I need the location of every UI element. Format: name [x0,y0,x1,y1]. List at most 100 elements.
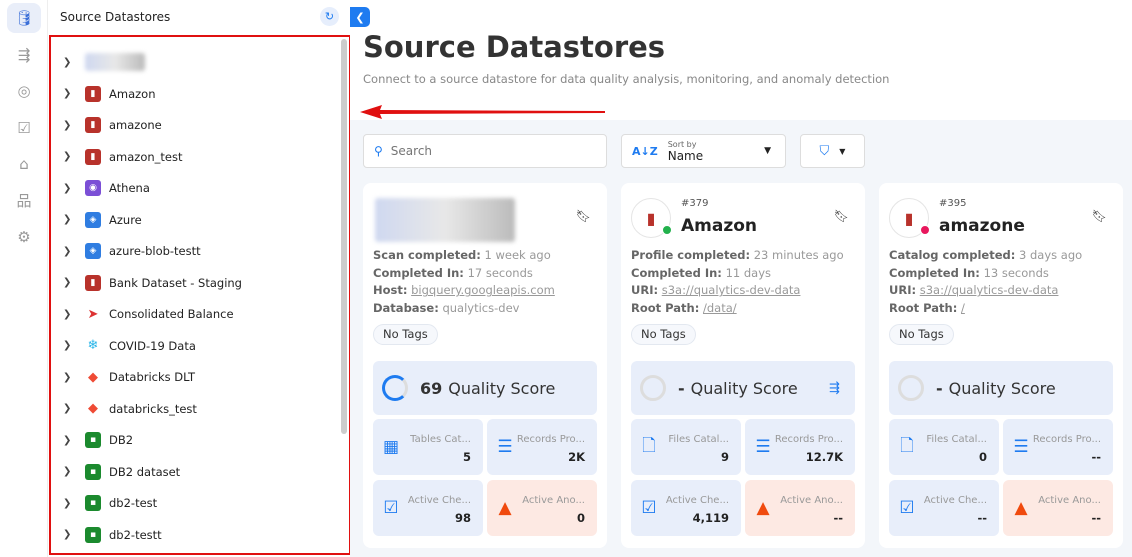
score-ring [640,375,666,401]
stat-tile[interactable]: ☑ Active Che... 4,119 [631,480,741,536]
score-label: Quality Score [948,378,1056,398]
stat-label: Active Ano... [1038,495,1101,506]
filter-button[interactable]: ⛉ ▼ [800,134,865,168]
datastore-flow-icon[interactable]: ⇶ [7,40,41,70]
stat-value: 5 [462,450,471,464]
chevron-right-icon[interactable]: ❯ [63,309,77,320]
tree-item[interactable]: ❯ ◆ Databricks DLT [51,365,195,389]
stat-tile[interactable]: ☑ Active Che... -- [889,480,999,536]
tree-item[interactable]: ❯ ➤ Consolidated Balance [51,302,234,326]
meta-link[interactable]: bigquery.googleapis.com [411,283,555,297]
ibm-db2-icon: ▪ [85,432,101,448]
enrichment-icon[interactable]: ⇶ [829,381,840,396]
chevron-right-icon[interactable]: ❯ [63,120,77,131]
stat-tile[interactable]: ☑ Active Che... 98 [373,480,483,536]
chevron-right-icon[interactable]: ❯ [63,529,77,540]
ibm-db2-icon: ▪ [85,463,101,480]
bookmark-icon[interactable]: 🔖︎ [834,209,849,223]
chevron-right-icon[interactable]: ❯ [63,403,77,414]
chevron-right-icon[interactable]: ❯ [63,214,77,225]
collapse-sidebar-button[interactable]: ❮ [350,7,370,27]
warning-icon: ▲ [498,498,512,518]
meta-key: Completed In: [889,265,980,280]
refresh-icon[interactable]: ↻ [320,7,339,26]
datastore-card[interactable]: ▮ #395 amazone 🔖︎ Catalog completed: 3 days … [879,183,1123,548]
datastore-card[interactable]: 🔖︎ Scan completed: 1 week ago Completed In… [363,183,607,548]
tree-scrollbar[interactable] [341,39,347,434]
chevron-right-icon[interactable]: ❯ [63,435,77,446]
chevron-right-icon[interactable]: ❯ [63,340,77,351]
stat-label: Files Catal... [926,434,987,445]
tree-item[interactable]: ❯ ◉ Athena [51,176,150,200]
meta-value: 17 seconds [467,265,533,280]
chevron-right-icon[interactable]: ❯ [63,277,77,288]
stat-tile[interactable]: ☰ Records Pro... 2K [487,419,597,475]
tree-item[interactable]: ❯ ▮ amazone [51,113,162,137]
tree-item[interactable]: ❯ ▮ Amazon [51,82,155,106]
compass-icon[interactable]: ◎ [7,76,41,106]
tags-badge[interactable]: No Tags [889,324,954,345]
tags-badge[interactable]: No Tags [373,324,438,345]
tree-item[interactable]: ❯ ❄ COVID-19 Data [51,334,196,358]
icon-rail: 🛢 ⇶ ◎ ☑ ⌂ 品 ⚙ [0,0,48,557]
aws-s3-icon: ▮ [85,85,101,102]
tree-item[interactable]: ❯ ◈ azure-blob-testt [51,239,201,263]
main-content: Source Datastores Connect to a source da… [350,0,1132,557]
stat-tile[interactable]: ▲ Active Ano... 0 [487,480,597,536]
stat-tile[interactable]: ☰ Records Pro... 12.7K [745,419,855,475]
stat-value: -- [1091,511,1101,525]
meta-link[interactable]: s3a://qualytics-dev-data [920,283,1059,297]
stat-tile[interactable]: 🗋 Files Catal... 9 [631,419,741,475]
score-value: - [936,378,943,398]
tree-item[interactable]: ❯ ◈ Azure [51,208,142,232]
chevron-right-icon[interactable]: ❯ [63,183,77,194]
sort-dropdown[interactable]: A↓Z Sort by Name ▼ [621,134,786,168]
chevron-right-icon[interactable]: ❯ [63,246,77,257]
stat-tile[interactable]: ▲ Active Ano... -- [1003,480,1113,536]
chevron-right-icon[interactable]: ❯ [63,498,77,509]
stat-tile[interactable]: ▦ Tables Cat... 5 [373,419,483,475]
search-box[interactable]: ⚲ [363,134,607,168]
stat-value: -- [833,511,843,525]
aws-s3-icon: ▮ [85,117,101,133]
meta-link[interactable]: /data/ [703,301,737,315]
tree-item-label: Consolidated Balance [109,307,234,321]
stat-tile[interactable]: ▲ Active Ano... -- [745,480,855,536]
records-icon: ☰ [755,437,771,457]
tree-item[interactable]: ❯ [51,50,145,74]
stat-tile[interactable]: 🗋 Files Catal... 0 [889,419,999,475]
blurred-logo [85,53,145,71]
meta-link[interactable]: / [961,301,965,315]
check-icon: ☑ [383,498,399,518]
stat-tile[interactable]: ☰ Records Pro... -- [1003,419,1113,475]
meta-value: qualytics-dev [442,301,520,316]
tree-item[interactable]: ❯ ▮ amazon_test [51,145,183,169]
tree-item[interactable]: ❯ ▪ db2-test [51,491,157,515]
meta-key: Root Path: [631,301,700,316]
tag-icon[interactable]: ⌂ [7,149,41,179]
tree-item[interactable]: ❯ ▪ DB2 dataset [51,460,180,484]
chevron-right-icon[interactable]: ❯ [63,88,77,99]
database-icon[interactable]: 🛢 [7,3,41,33]
chevron-right-icon[interactable]: ❯ [63,466,77,477]
tags-badge[interactable]: No Tags [631,324,696,345]
page-subtitle: Connect to a source datastore for data q… [363,72,890,86]
tree-item[interactable]: ❯ ▪ db2-testt [51,523,162,547]
quality-score: 69 Quality Score [373,361,597,415]
datastore-card[interactable]: ▮ #379 Amazon 🔖︎ Profile completed: 23 minut… [621,183,865,548]
tree-item[interactable]: ❯ ◆ databricks_test [51,397,197,421]
bookmark-icon[interactable]: 🔖︎ [576,209,591,223]
chevron-right-icon[interactable]: ❯ [63,372,77,383]
tree-header: Source Datastores [48,0,350,34]
chevron-right-icon[interactable]: ❯ [63,57,77,68]
bookmark-icon[interactable]: 🔖︎ [1092,209,1107,223]
gear-icon[interactable]: ⚙ [7,222,41,252]
search-input[interactable] [390,144,581,158]
tree-item[interactable]: ❯ ▮ Bank Dataset - Staging [51,271,242,295]
meta-link[interactable]: s3a://qualytics-dev-data [662,283,801,297]
hierarchy-icon[interactable]: 品 [7,186,41,216]
tree-item[interactable]: ❯ ▪ DB2 [51,428,133,452]
clipboard-check-icon[interactable]: ☑ [7,113,41,143]
chevron-right-icon[interactable]: ❯ [63,151,77,162]
meta-value: 23 minutes ago [753,248,844,262]
